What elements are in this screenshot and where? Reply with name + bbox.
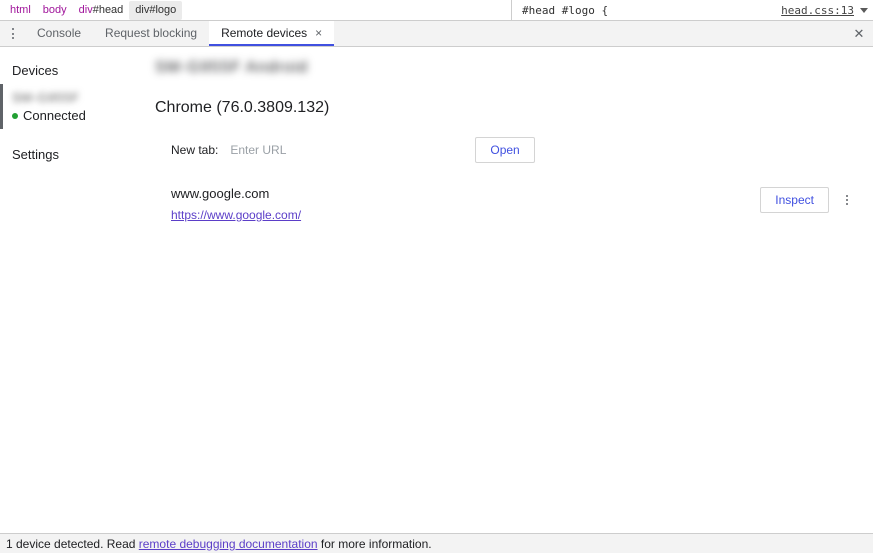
tab-label: Console <box>37 25 82 40</box>
more-tabs-button[interactable] <box>0 21 25 46</box>
remote-page-more-button[interactable] <box>839 193 855 207</box>
close-icon[interactable]: ✕ <box>845 21 873 46</box>
breadcrumb-item-id: #head <box>92 3 124 16</box>
sidebar-item-settings[interactable]: Settings <box>0 141 155 168</box>
remote-debugging-docs-link[interactable]: remote debugging documentation <box>139 537 318 551</box>
open-button[interactable]: Open <box>475 137 535 163</box>
sidebar-device-name: SM-G955F <box>12 90 80 105</box>
new-tab-row: New tab: Open <box>155 137 855 163</box>
breadcrumb-spacer <box>182 0 511 20</box>
new-tab-label: New tab: <box>171 143 219 157</box>
breadcrumb-item-div-logo[interactable]: div#logo <box>129 0 183 20</box>
device-detail-panel: SM-G955F Android Chrome (76.0.3809.132) … <box>155 47 873 532</box>
device-title: SM-G955F Android <box>155 59 308 76</box>
remote-page-info: www.google.com https://www.google.com/ <box>171 185 760 222</box>
breadcrumb-item-tag: body <box>42 3 67 16</box>
chevron-down-icon[interactable] <box>860 7 868 13</box>
devices-sidebar: Devices SM-G955F Connected Settings <box>0 47 155 532</box>
more-vertical-icon <box>11 27 14 41</box>
breadcrumb-item-tag: div <box>78 3 93 16</box>
breadcrumb-item-tag: html <box>10 3 31 16</box>
breadcrumb-item-id: #logo <box>149 3 177 16</box>
breadcrumb-item-body[interactable]: body <box>37 1 73 20</box>
tab-close-icon[interactable]: × <box>315 27 322 39</box>
breadcrumb-item-html[interactable]: html <box>4 1 37 20</box>
breadcrumb-item-tag: div <box>135 3 150 16</box>
sidebar-device-status-label: Connected <box>23 108 86 123</box>
status-text-before: 1 device detected. Read <box>6 536 139 551</box>
remote-page-row: www.google.com https://www.google.com/ I… <box>155 185 855 222</box>
styles-rule-header: #head #logo { head.css:13 <box>511 0 873 20</box>
css-rule-selector[interactable]: #head #logo { <box>522 4 608 17</box>
status-text-after: for more information. <box>317 536 432 551</box>
css-rule-source-link[interactable]: head.css:13 <box>781 4 854 17</box>
inspect-button[interactable]: Inspect <box>760 187 829 213</box>
sidebar-item-device[interactable]: SM-G955F Connected <box>0 84 155 129</box>
browser-title: Chrome (76.0.3809.132) <box>155 99 330 116</box>
remote-page-url-link[interactable]: https://www.google.com/ <box>171 208 301 222</box>
breadcrumb: html body div#head div#logo <box>0 0 183 20</box>
status-bar: 1 device detected. Read remote debugging… <box>0 533 873 553</box>
connected-status-dot-icon <box>12 112 18 119</box>
remote-page-actions: Inspect <box>760 185 855 213</box>
breadcrumb-and-styles-strip: html body div#head div#logo #head #logo … <box>0 0 873 21</box>
tab-remote-devices[interactable]: Remote devices × <box>209 21 335 46</box>
tab-console[interactable]: Console <box>25 21 93 46</box>
new-tab-url-input[interactable] <box>230 141 421 159</box>
remote-devices-body: Devices SM-G955F Connected Settings SM-G… <box>0 47 873 532</box>
breadcrumb-item-div-head[interactable]: div#head <box>73 1 130 20</box>
devtools-drawer-tabbar: Console Request blocking Remote devices … <box>0 21 873 47</box>
sidebar-device-status: Connected <box>12 108 155 123</box>
remote-page-title: www.google.com <box>171 186 270 201</box>
sidebar-heading-devices: Devices <box>12 63 59 78</box>
tab-label: Remote devices <box>221 25 308 40</box>
tab-request-blocking[interactable]: Request blocking <box>93 21 209 46</box>
tabbar-spacer <box>334 21 845 46</box>
more-vertical-icon <box>846 193 848 207</box>
tab-label: Request blocking <box>105 25 198 40</box>
